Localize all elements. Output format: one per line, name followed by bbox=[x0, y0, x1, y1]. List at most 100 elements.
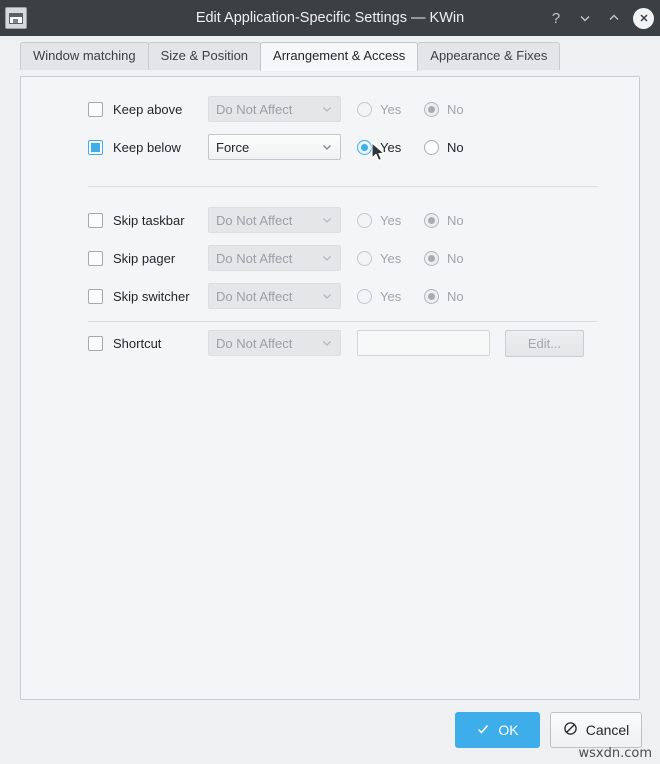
keep-above-combobox[interactable]: Do Not Affect bbox=[208, 96, 341, 122]
skip-pager-radio-group: Yes No bbox=[357, 250, 491, 266]
skip-pager-label: Skip pager bbox=[113, 250, 176, 266]
skip-taskbar-checkbox-group[interactable]: Skip taskbar bbox=[88, 212, 208, 228]
keep-below-label: Keep below bbox=[113, 139, 181, 155]
chevron-down-icon bbox=[321, 214, 333, 226]
keep-above-checkbox[interactable] bbox=[88, 101, 103, 117]
combobox-value: Force bbox=[216, 139, 250, 155]
window-settings-icon[interactable] bbox=[5, 7, 27, 29]
settings-rows: Keep above Do Not Affect Yes No Keep bel… bbox=[21, 77, 639, 364]
skip-taskbar-radio-yes[interactable]: Yes bbox=[357, 212, 424, 228]
combobox-value: Do Not Affect bbox=[216, 101, 293, 117]
help-glyph: ? bbox=[551, 9, 561, 27]
radio-indicator bbox=[357, 101, 372, 117]
chevron-up-icon[interactable] bbox=[604, 8, 624, 28]
shortcut-edit-button[interactable]: Edit... bbox=[505, 329, 584, 357]
help-icon[interactable]: ? bbox=[546, 8, 566, 28]
skip-switcher-radio-no[interactable]: No bbox=[424, 288, 491, 304]
keep-above-radio-yes[interactable]: Yes bbox=[357, 101, 424, 117]
radio-label: No bbox=[447, 288, 464, 304]
skip-taskbar-combobox[interactable]: Do Not Affect bbox=[208, 207, 341, 233]
tab-label: Window matching bbox=[33, 48, 136, 63]
row-shortcut: Shortcut Do Not Affect Edit... bbox=[21, 322, 639, 364]
skip-taskbar-label: Skip taskbar bbox=[113, 212, 185, 228]
tab-appearance-fixes[interactable]: Appearance & Fixes bbox=[417, 42, 561, 70]
radio-label: Yes bbox=[380, 250, 402, 266]
cancel-icon bbox=[563, 721, 578, 739]
ok-button[interactable]: OK bbox=[455, 712, 540, 748]
radio-indicator bbox=[424, 250, 439, 266]
combobox-value: Do Not Affect bbox=[216, 212, 293, 228]
combobox-value: Do Not Affect bbox=[216, 250, 293, 266]
shortcut-checkbox-group[interactable]: Shortcut bbox=[88, 335, 208, 351]
radio-label: Yes bbox=[380, 288, 402, 304]
title-bar[interactable]: Edit Application-Specific Settings — KWi… bbox=[0, 0, 660, 36]
keep-below-radio-group: Yes No bbox=[357, 139, 491, 155]
skip-taskbar-checkbox[interactable] bbox=[88, 212, 103, 228]
keep-above-radio-no[interactable]: No bbox=[424, 101, 491, 117]
radio-indicator bbox=[357, 288, 372, 304]
combobox-value: Do Not Affect bbox=[216, 288, 293, 304]
shortcut-combobox[interactable]: Do Not Affect bbox=[208, 330, 341, 356]
skip-pager-radio-no[interactable]: No bbox=[424, 250, 491, 266]
skip-pager-combobox[interactable]: Do Not Affect bbox=[208, 245, 341, 271]
row-skip-taskbar: Skip taskbar Do Not Affect Yes No bbox=[21, 201, 639, 239]
radio-label: No bbox=[447, 101, 464, 117]
cancel-button[interactable]: Cancel bbox=[550, 712, 642, 748]
keep-below-radio-no[interactable]: No bbox=[424, 139, 491, 155]
skip-switcher-checkbox[interactable] bbox=[88, 288, 103, 304]
combobox-value: Do Not Affect bbox=[216, 335, 293, 351]
shortcut-checkbox[interactable] bbox=[88, 335, 103, 351]
chevron-down-icon bbox=[321, 252, 333, 264]
tab-arrangement-access[interactable]: Arrangement & Access bbox=[260, 42, 419, 71]
keep-below-checkbox[interactable] bbox=[88, 139, 103, 155]
skip-switcher-label: Skip switcher bbox=[113, 288, 190, 304]
radio-indicator bbox=[357, 250, 372, 266]
skip-taskbar-radio-no[interactable]: No bbox=[424, 212, 491, 228]
keep-below-combobox[interactable]: Force bbox=[208, 134, 341, 160]
row-keep-above: Keep above Do Not Affect Yes No bbox=[21, 90, 639, 128]
skip-pager-checkbox-group[interactable]: Skip pager bbox=[88, 250, 208, 266]
dialog-buttons: OK Cancel bbox=[0, 712, 660, 752]
chevron-down-icon bbox=[321, 103, 333, 115]
keep-above-label: Keep above bbox=[113, 101, 183, 117]
skip-switcher-checkbox-group[interactable]: Skip switcher bbox=[88, 288, 208, 304]
skip-switcher-radio-group: Yes No bbox=[357, 288, 491, 304]
skip-switcher-combobox[interactable]: Do Not Affect bbox=[208, 283, 341, 309]
tab-bar: Window matching Size & Position Arrangem… bbox=[0, 36, 660, 71]
tab-content-panel: Keep above Do Not Affect Yes No Keep bel… bbox=[20, 76, 640, 700]
shortcut-label: Shortcut bbox=[113, 335, 162, 351]
radio-label: No bbox=[447, 250, 464, 266]
edit-button-label: Edit... bbox=[527, 335, 562, 351]
cancel-button-label: Cancel bbox=[585, 722, 630, 738]
radio-indicator bbox=[424, 139, 439, 155]
chevron-down-icon[interactable] bbox=[575, 8, 595, 28]
skip-taskbar-radio-group: Yes No bbox=[357, 212, 491, 228]
chevron-down-icon bbox=[321, 290, 333, 302]
row-skip-pager: Skip pager Do Not Affect Yes No bbox=[21, 239, 639, 277]
shortcut-input[interactable] bbox=[357, 330, 490, 356]
tab-label: Arrangement & Access bbox=[273, 48, 406, 63]
radio-label: No bbox=[447, 139, 464, 155]
row-keep-below: Keep below Force Yes No bbox=[21, 128, 639, 166]
skip-pager-radio-yes[interactable]: Yes bbox=[357, 250, 424, 266]
keep-below-checkbox-group[interactable]: Keep below bbox=[88, 139, 208, 155]
keep-above-checkbox-group[interactable]: Keep above bbox=[88, 101, 208, 117]
tab-window-matching[interactable]: Window matching bbox=[20, 42, 149, 70]
chevron-down-icon bbox=[321, 337, 333, 349]
window-controls: ? bbox=[546, 7, 654, 29]
radio-label: No bbox=[447, 212, 464, 228]
check-icon bbox=[476, 722, 490, 739]
row-skip-switcher: Skip switcher Do Not Affect Yes No bbox=[21, 277, 639, 315]
skip-pager-checkbox[interactable] bbox=[88, 250, 103, 266]
tab-size-position[interactable]: Size & Position bbox=[147, 42, 262, 70]
close-icon[interactable] bbox=[633, 7, 654, 29]
radio-indicator bbox=[424, 212, 439, 228]
keep-below-radio-yes[interactable]: Yes bbox=[357, 139, 424, 155]
radio-indicator bbox=[424, 288, 439, 304]
skip-switcher-radio-yes[interactable]: Yes bbox=[357, 288, 424, 304]
chevron-down-icon bbox=[321, 141, 333, 153]
radio-label: Yes bbox=[380, 101, 402, 117]
watermark: wsxdn.com bbox=[578, 746, 653, 761]
